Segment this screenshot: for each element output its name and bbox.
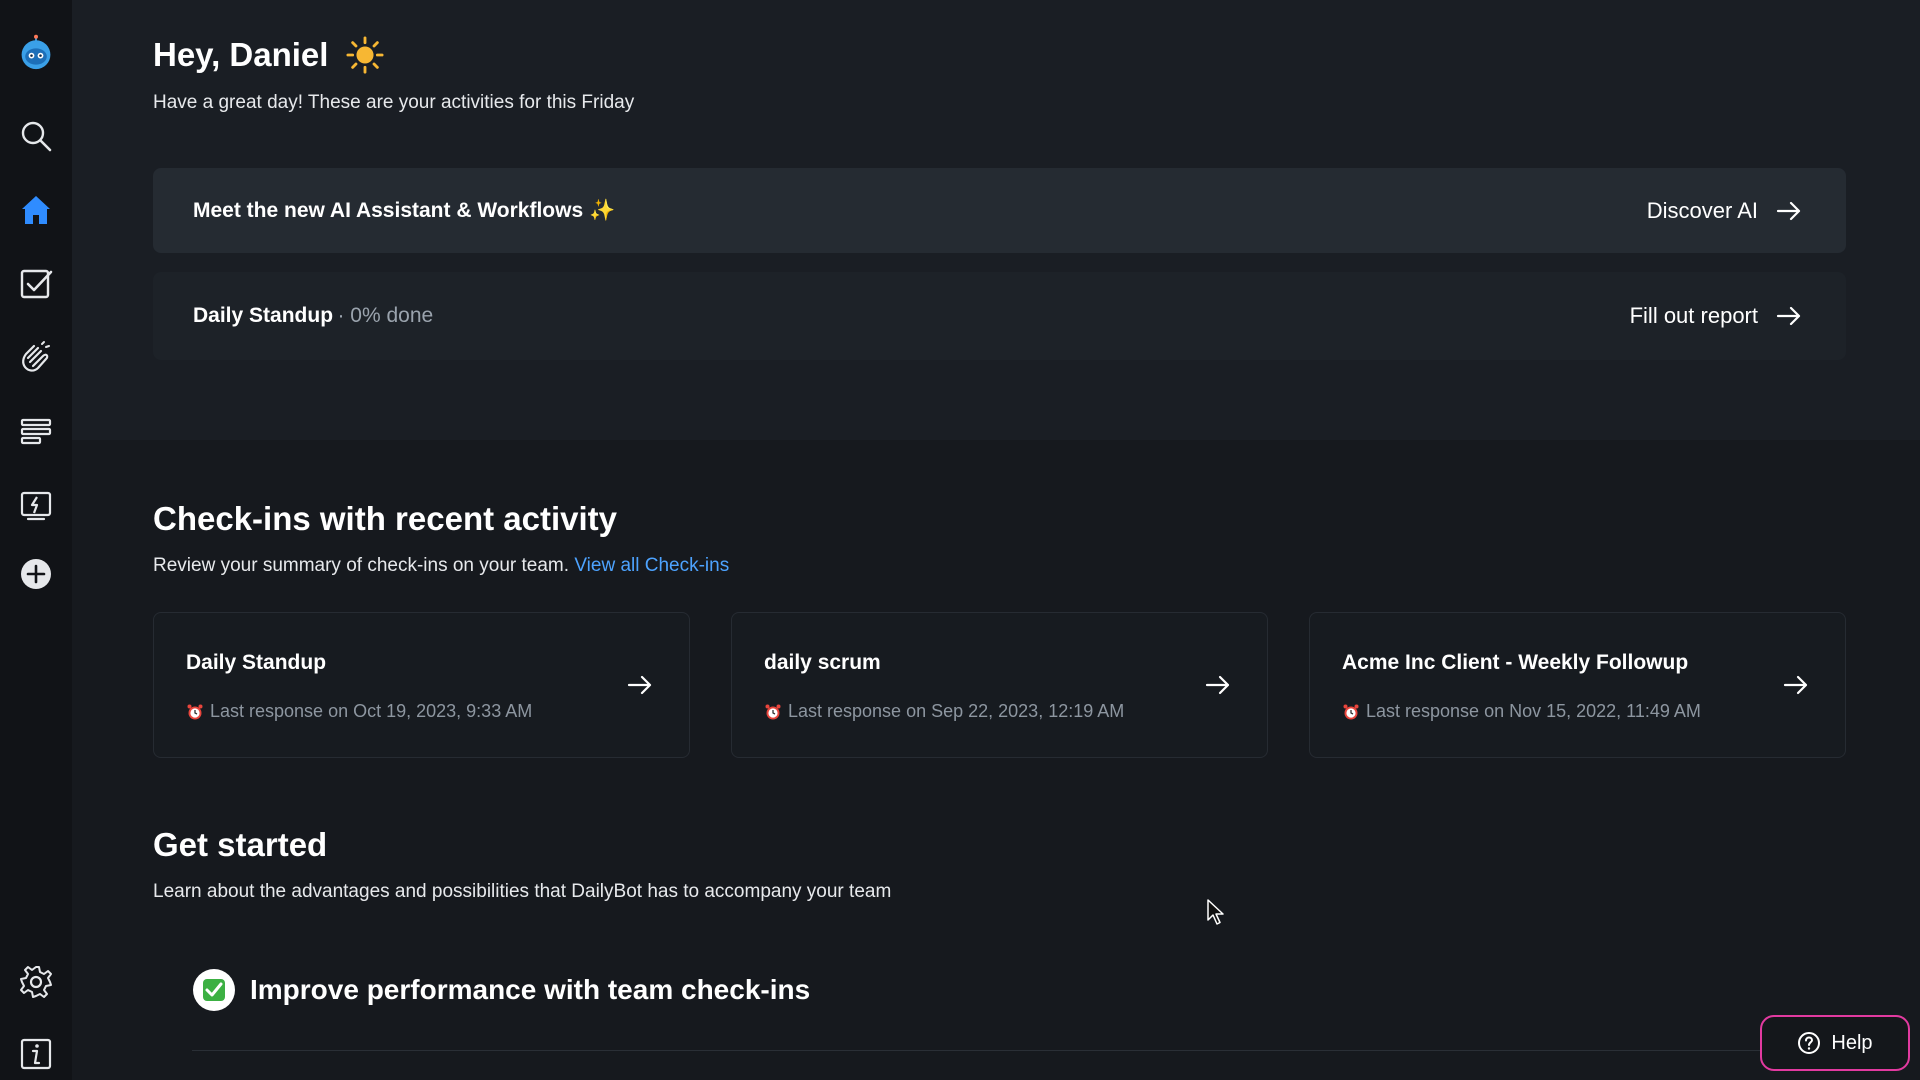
help-label: Help <box>1831 1031 1873 1054</box>
ai-assistant-banner[interactable]: Meet the new AI Assistant & Workflows ✨ D… <box>153 168 1846 253</box>
nav-home[interactable] <box>0 184 72 236</box>
sparkles-icon: ✨ <box>589 198 616 222</box>
greeting-heading: Hey, Daniel <box>153 36 384 74</box>
fill-out-report-label: Fill out report <box>1629 303 1758 328</box>
get-started-step[interactable]: Improve performance with team check-ins <box>192 968 810 1012</box>
help-button[interactable]: Help <box>1760 1015 1910 1071</box>
alarm-clock-icon <box>1343 704 1359 719</box>
checkin-card-title: Acme Inc Client - Weekly Followup <box>1342 651 1689 674</box>
checkbox-icon <box>20 269 53 299</box>
greeting-subtitle: Have a great day! These are your activit… <box>153 92 635 113</box>
checkmark-badge-icon <box>193 969 235 1011</box>
view-all-checkins-link[interactable]: View all Check-ins <box>574 555 729 576</box>
arrow-right-icon <box>1776 306 1801 326</box>
clapping-hands-icon <box>22 341 50 372</box>
info-icon <box>20 1038 52 1070</box>
arrow-right-icon <box>1783 675 1808 695</box>
main-content: Hey, Daniel Have a great day! These are … <box>72 0 1920 1080</box>
question-circle-icon <box>1798 1032 1821 1054</box>
gear-icon <box>20 966 52 998</box>
daily-standup-row[interactable]: Daily Standup · 0% done Fill out report <box>153 272 1846 360</box>
checkin-cards: Daily Standup Last response on Oct 19, 2… <box>153 612 1846 758</box>
nav-add[interactable] <box>0 548 72 600</box>
arrow-right-icon <box>627 675 652 695</box>
nav-checkins[interactable] <box>0 258 72 310</box>
checkin-card-last-response: Last response on Sep 22, 2023, 12:19 AM <box>788 701 1125 721</box>
divider <box>192 1050 1792 1051</box>
checkins-subtitle: Review your summary of check-ins on your… <box>153 555 729 577</box>
get-started-heading: Get started <box>153 826 328 863</box>
arrow-right-icon <box>1205 675 1230 695</box>
checkin-card[interactable]: daily scrum Last response on Sep 22, 202… <box>731 612 1268 758</box>
checkin-card-meta: Last response on Sep 22, 2023, 12:19 AM <box>764 701 1124 722</box>
dailybot-logo[interactable] <box>0 24 72 80</box>
standup-info: Daily Standup · 0% done <box>193 304 433 328</box>
mouse-cursor-icon <box>1207 899 1224 925</box>
standup-progress: · 0% done <box>337 304 434 327</box>
checkin-card-title: Daily Standup <box>186 651 327 674</box>
discover-ai-label: Discover AI <box>1646 197 1758 223</box>
nav-kudos[interactable] <box>0 332 72 384</box>
nav-workflows[interactable] <box>0 480 72 532</box>
checkin-card-meta: Last response on Nov 15, 2022, 11:49 AM <box>1342 701 1701 722</box>
checkin-card[interactable]: Acme Inc Client - Weekly Followup Last r… <box>1309 612 1846 758</box>
step-label: Improve performance with team check-ins <box>250 974 811 1005</box>
nav-forms[interactable] <box>0 406 72 458</box>
sun-icon <box>346 36 384 74</box>
greeting-text: Hey, Daniel <box>153 36 329 73</box>
sidebar <box>0 0 72 1080</box>
plus-circle-icon <box>21 559 51 589</box>
robot-logo-icon <box>21 34 51 70</box>
alarm-clock-icon <box>187 704 203 719</box>
banner-title-text: Meet the new AI Assistant & Workflows <box>193 198 584 222</box>
nav-settings[interactable] <box>0 956 72 1008</box>
checkin-card-title: daily scrum <box>764 651 881 674</box>
today-section: Hey, Daniel Have a great day! These are … <box>72 0 1920 440</box>
checkin-card-last-response: Last response on Oct 19, 2023, 9:33 AM <box>210 701 533 721</box>
standup-title: Daily Standup <box>193 304 334 327</box>
arrow-right-icon <box>1776 201 1801 220</box>
search-icon <box>21 121 52 152</box>
banner-title: Meet the new AI Assistant & Workflows ✨ <box>193 199 615 223</box>
fill-out-report-link[interactable]: Fill out report <box>1630 303 1802 329</box>
nav-info[interactable] <box>0 1028 72 1080</box>
checkins-heading: Check-ins with recent activity <box>153 500 617 537</box>
lightning-screen-icon <box>20 491 52 521</box>
alarm-clock-icon <box>765 704 781 719</box>
nav-search[interactable] <box>0 110 72 162</box>
discover-ai-link[interactable]: Discover AI <box>1647 198 1802 224</box>
checkins-subtitle-text: Review your summary of check-ins on your… <box>153 555 570 576</box>
list-lines-icon <box>20 418 52 445</box>
checkin-card[interactable]: Daily Standup Last response on Oct 19, 2… <box>153 612 690 758</box>
checkin-card-meta: Last response on Oct 19, 2023, 9:33 AM <box>186 701 532 722</box>
checkin-card-last-response: Last response on Nov 15, 2022, 11:49 AM <box>1366 701 1701 721</box>
home-icon <box>22 196 50 224</box>
get-started-subtitle: Learn about the advantages and possibili… <box>153 881 892 902</box>
